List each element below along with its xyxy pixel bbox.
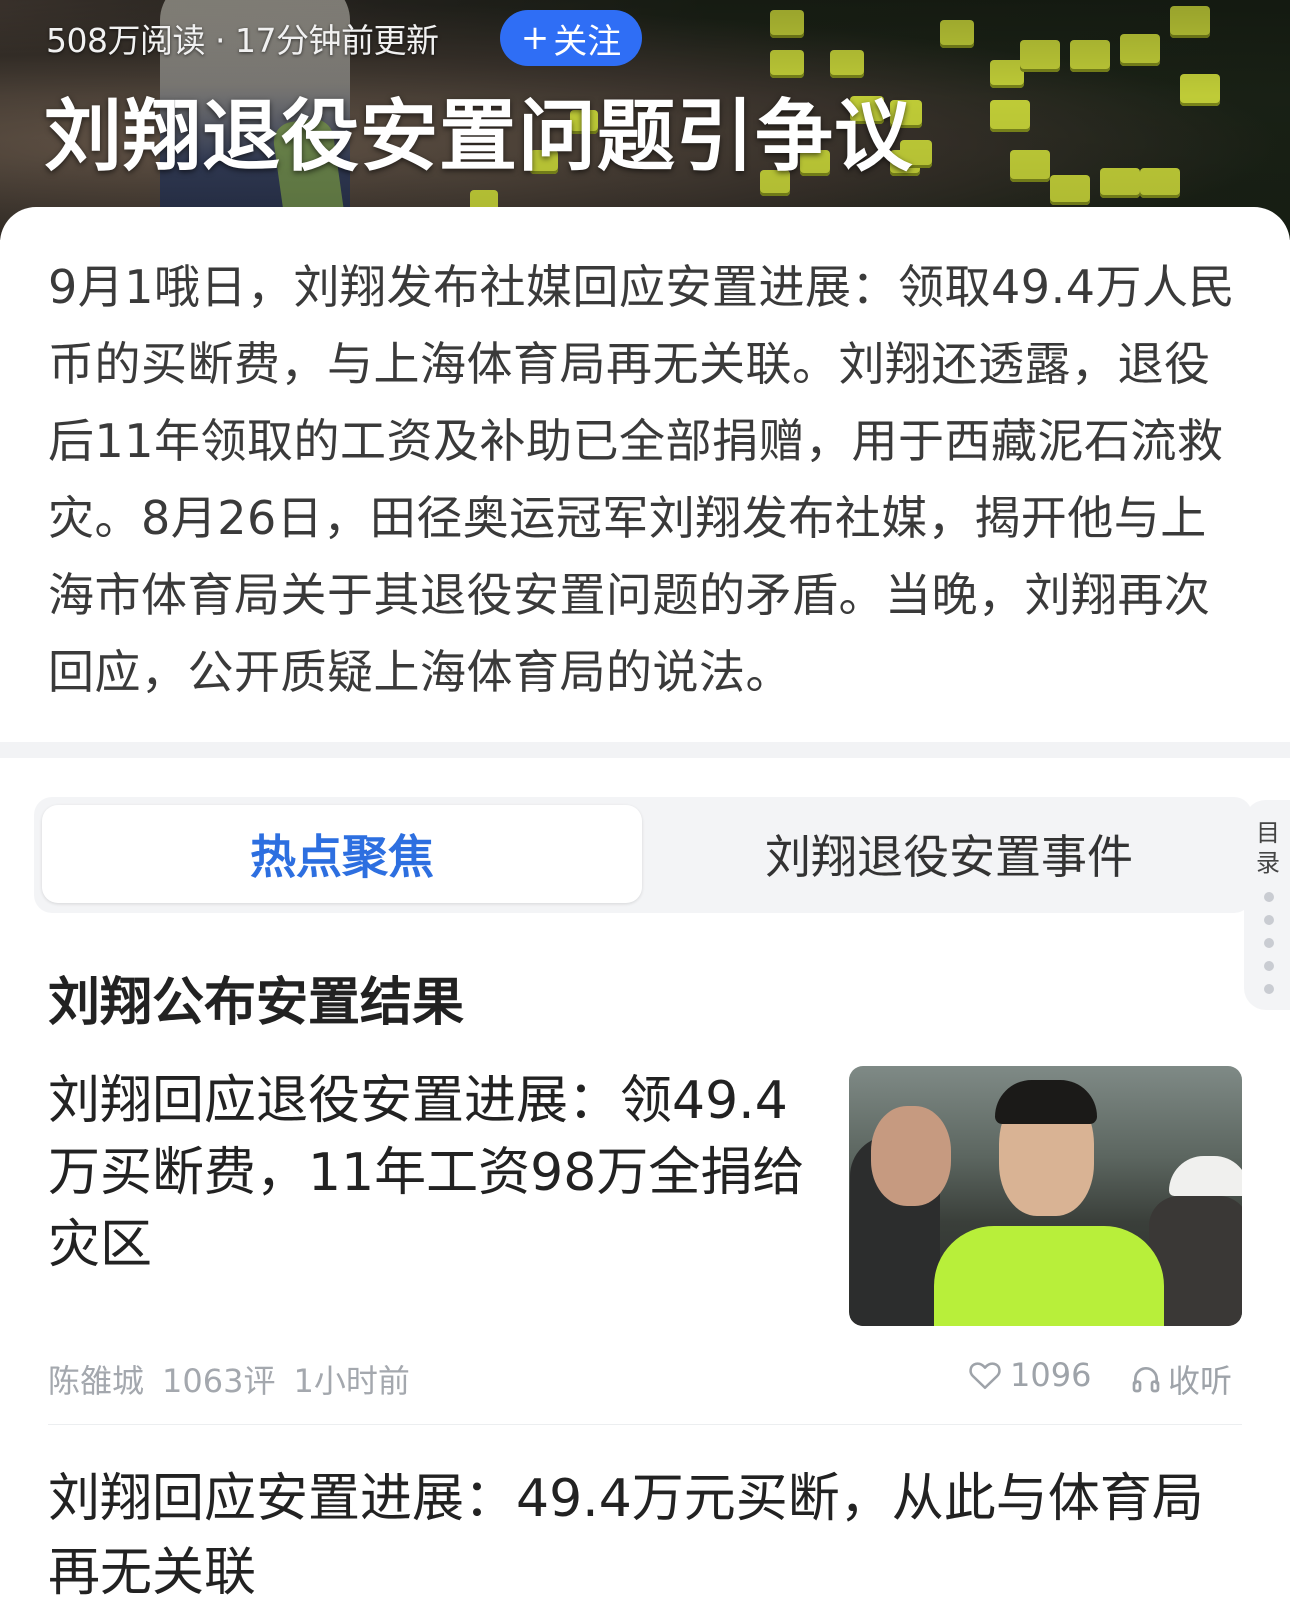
listen-button[interactable]: 收听 — [1130, 1356, 1232, 1402]
list-divider — [48, 1424, 1242, 1425]
plus-icon: + — [520, 18, 550, 58]
article-meta: 陈雒城 1063评 1小时前 — [48, 1356, 410, 1402]
summary-card: 9月1哦日，刘翔发布社媒回应安置进展：领取49.4万人民币的买断费，与上海体育局… — [0, 207, 1290, 742]
heart-icon — [969, 1362, 1001, 1390]
toc-dot-icon — [1264, 938, 1274, 948]
listen-label: 收听 — [1168, 1362, 1233, 1400]
toc-dot-icon — [1264, 984, 1274, 994]
toc-label: 目录 — [1256, 819, 1280, 877]
toc-dot-icon — [1264, 892, 1274, 902]
like-button[interactable]: 1096 — [968, 1356, 1091, 1394]
section-title: 刘翔公布安置结果 — [48, 973, 465, 1033]
tab-retirement-event[interactable]: 刘翔退役安置事件 — [654, 805, 1244, 903]
section-divider — [0, 742, 1290, 758]
toc-dot-icon — [1264, 915, 1274, 925]
like-count: 1096 — [1010, 1356, 1092, 1394]
headphones-icon — [1132, 1367, 1160, 1393]
article-time: 1小时前 — [293, 1362, 410, 1400]
article-title[interactable]: 刘翔回应安置进展：49.4万元买断，从此与体育局再无关联 — [48, 1462, 1248, 1610]
page-title: 刘翔退役安置问题引争议 — [44, 92, 914, 182]
meta-separator: · — [215, 21, 226, 60]
toc-dot-icon — [1264, 961, 1274, 971]
toc-button[interactable]: 目录 — [1244, 800, 1290, 1010]
article-title[interactable]: 刘翔回应退役安置进展：领49.4万买断费，11年工资98万全捐给灾区 — [48, 1065, 828, 1281]
updated-time: 17分钟前更新 — [235, 21, 439, 60]
header-banner: 508万阅读 · 17分钟前更新 + 关注 刘翔退役安置问题引争议 — [0, 0, 1290, 240]
tab-hot-focus[interactable]: 热点聚焦 — [42, 805, 642, 903]
summary-text: 9月1哦日，刘翔发布社媒回应安置进展：领取49.4万人民币的买断费，与上海体育局… — [48, 260, 1235, 699]
article-author[interactable]: 陈雒城 — [48, 1356, 144, 1402]
header-meta: 508万阅读 · 17分钟前更新 — [46, 14, 439, 62]
article-comments: 1063评 — [162, 1362, 276, 1400]
read-count: 508万阅读 — [46, 21, 206, 60]
topic-tabs: 热点聚焦 刘翔退役安置事件 — [34, 797, 1252, 913]
follow-label: 关注 — [553, 21, 622, 62]
follow-button[interactable]: + 关注 — [500, 10, 642, 66]
article-thumbnail[interactable] — [849, 1066, 1242, 1326]
